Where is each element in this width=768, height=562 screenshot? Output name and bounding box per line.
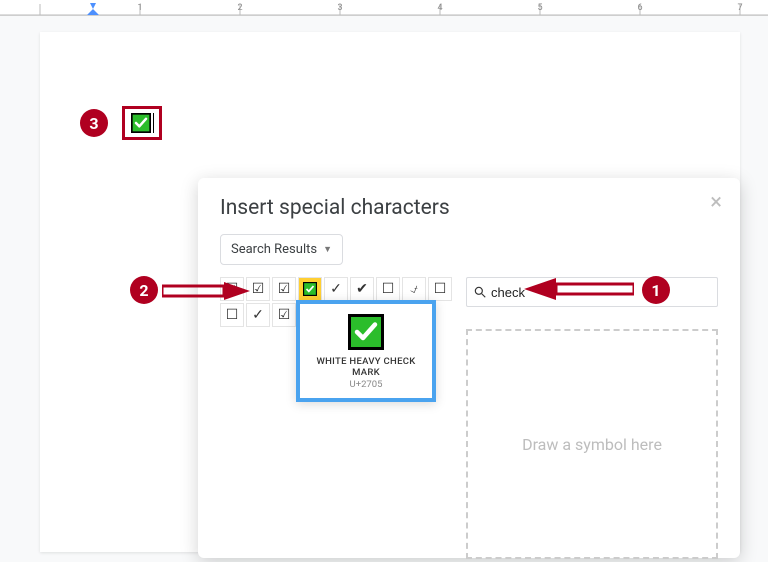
ruler-num: 7: [737, 3, 742, 13]
char-cell[interactable]: ☑: [272, 277, 296, 301]
char-cell[interactable]: ☑: [272, 303, 296, 327]
chevron-down-icon: ▼: [323, 244, 332, 255]
annotation-badge-3: 3: [80, 109, 108, 137]
annotation-badge-2: 2: [130, 276, 158, 304]
search-icon: [473, 285, 487, 299]
ruler-num: 4: [437, 3, 442, 13]
category-dropdown[interactable]: Search Results ▼: [220, 234, 343, 265]
char-cell[interactable]: ☐: [428, 277, 452, 301]
char-cell[interactable]: ☐: [220, 303, 244, 327]
char-cell[interactable]: ✓: [246, 303, 270, 327]
white-heavy-check-mark-icon: [131, 113, 151, 133]
char-cell-selected[interactable]: [298, 277, 322, 301]
ruler-num: 1: [137, 3, 142, 13]
close-icon[interactable]: ×: [710, 192, 722, 214]
char-cell[interactable]: ⍻: [402, 277, 426, 301]
ruler-num: 5: [537, 3, 542, 13]
ruler-num: 3: [337, 3, 342, 13]
char-cell[interactable]: ☐: [376, 277, 400, 301]
horizontal-ruler[interactable]: 1 2 3 4 5 6 7: [0, 0, 768, 16]
insert-special-characters-dialog: Insert special characters × Search Resul…: [198, 178, 740, 558]
draw-hint-text: Draw a symbol here: [522, 435, 662, 454]
ruler-num: 6: [637, 3, 642, 13]
ruler-num: 2: [237, 3, 242, 13]
char-cell[interactable]: ✓: [324, 277, 348, 301]
char-cell[interactable]: ✔: [350, 277, 374, 301]
white-heavy-check-mark-icon: [303, 282, 317, 296]
white-heavy-check-mark-icon: [348, 314, 384, 350]
annotation-badge-1: 1: [642, 276, 670, 304]
draw-symbol-canvas[interactable]: Draw a symbol here: [466, 329, 718, 559]
text-cursor: [153, 113, 154, 133]
annotation-arrow-2: [162, 282, 250, 300]
character-tooltip: WHITE HEAVY CHECK MARK U+2705: [296, 300, 436, 402]
tooltip-char-name: WHITE HEAVY CHECK MARK: [306, 356, 426, 378]
annotation-inserted-highlight: [122, 106, 162, 140]
tooltip-char-code: U+2705: [306, 379, 426, 390]
dialog-title: Insert special characters: [220, 196, 718, 220]
annotation-arrow-1: [524, 278, 634, 300]
dropdown-label: Search Results: [231, 242, 317, 257]
